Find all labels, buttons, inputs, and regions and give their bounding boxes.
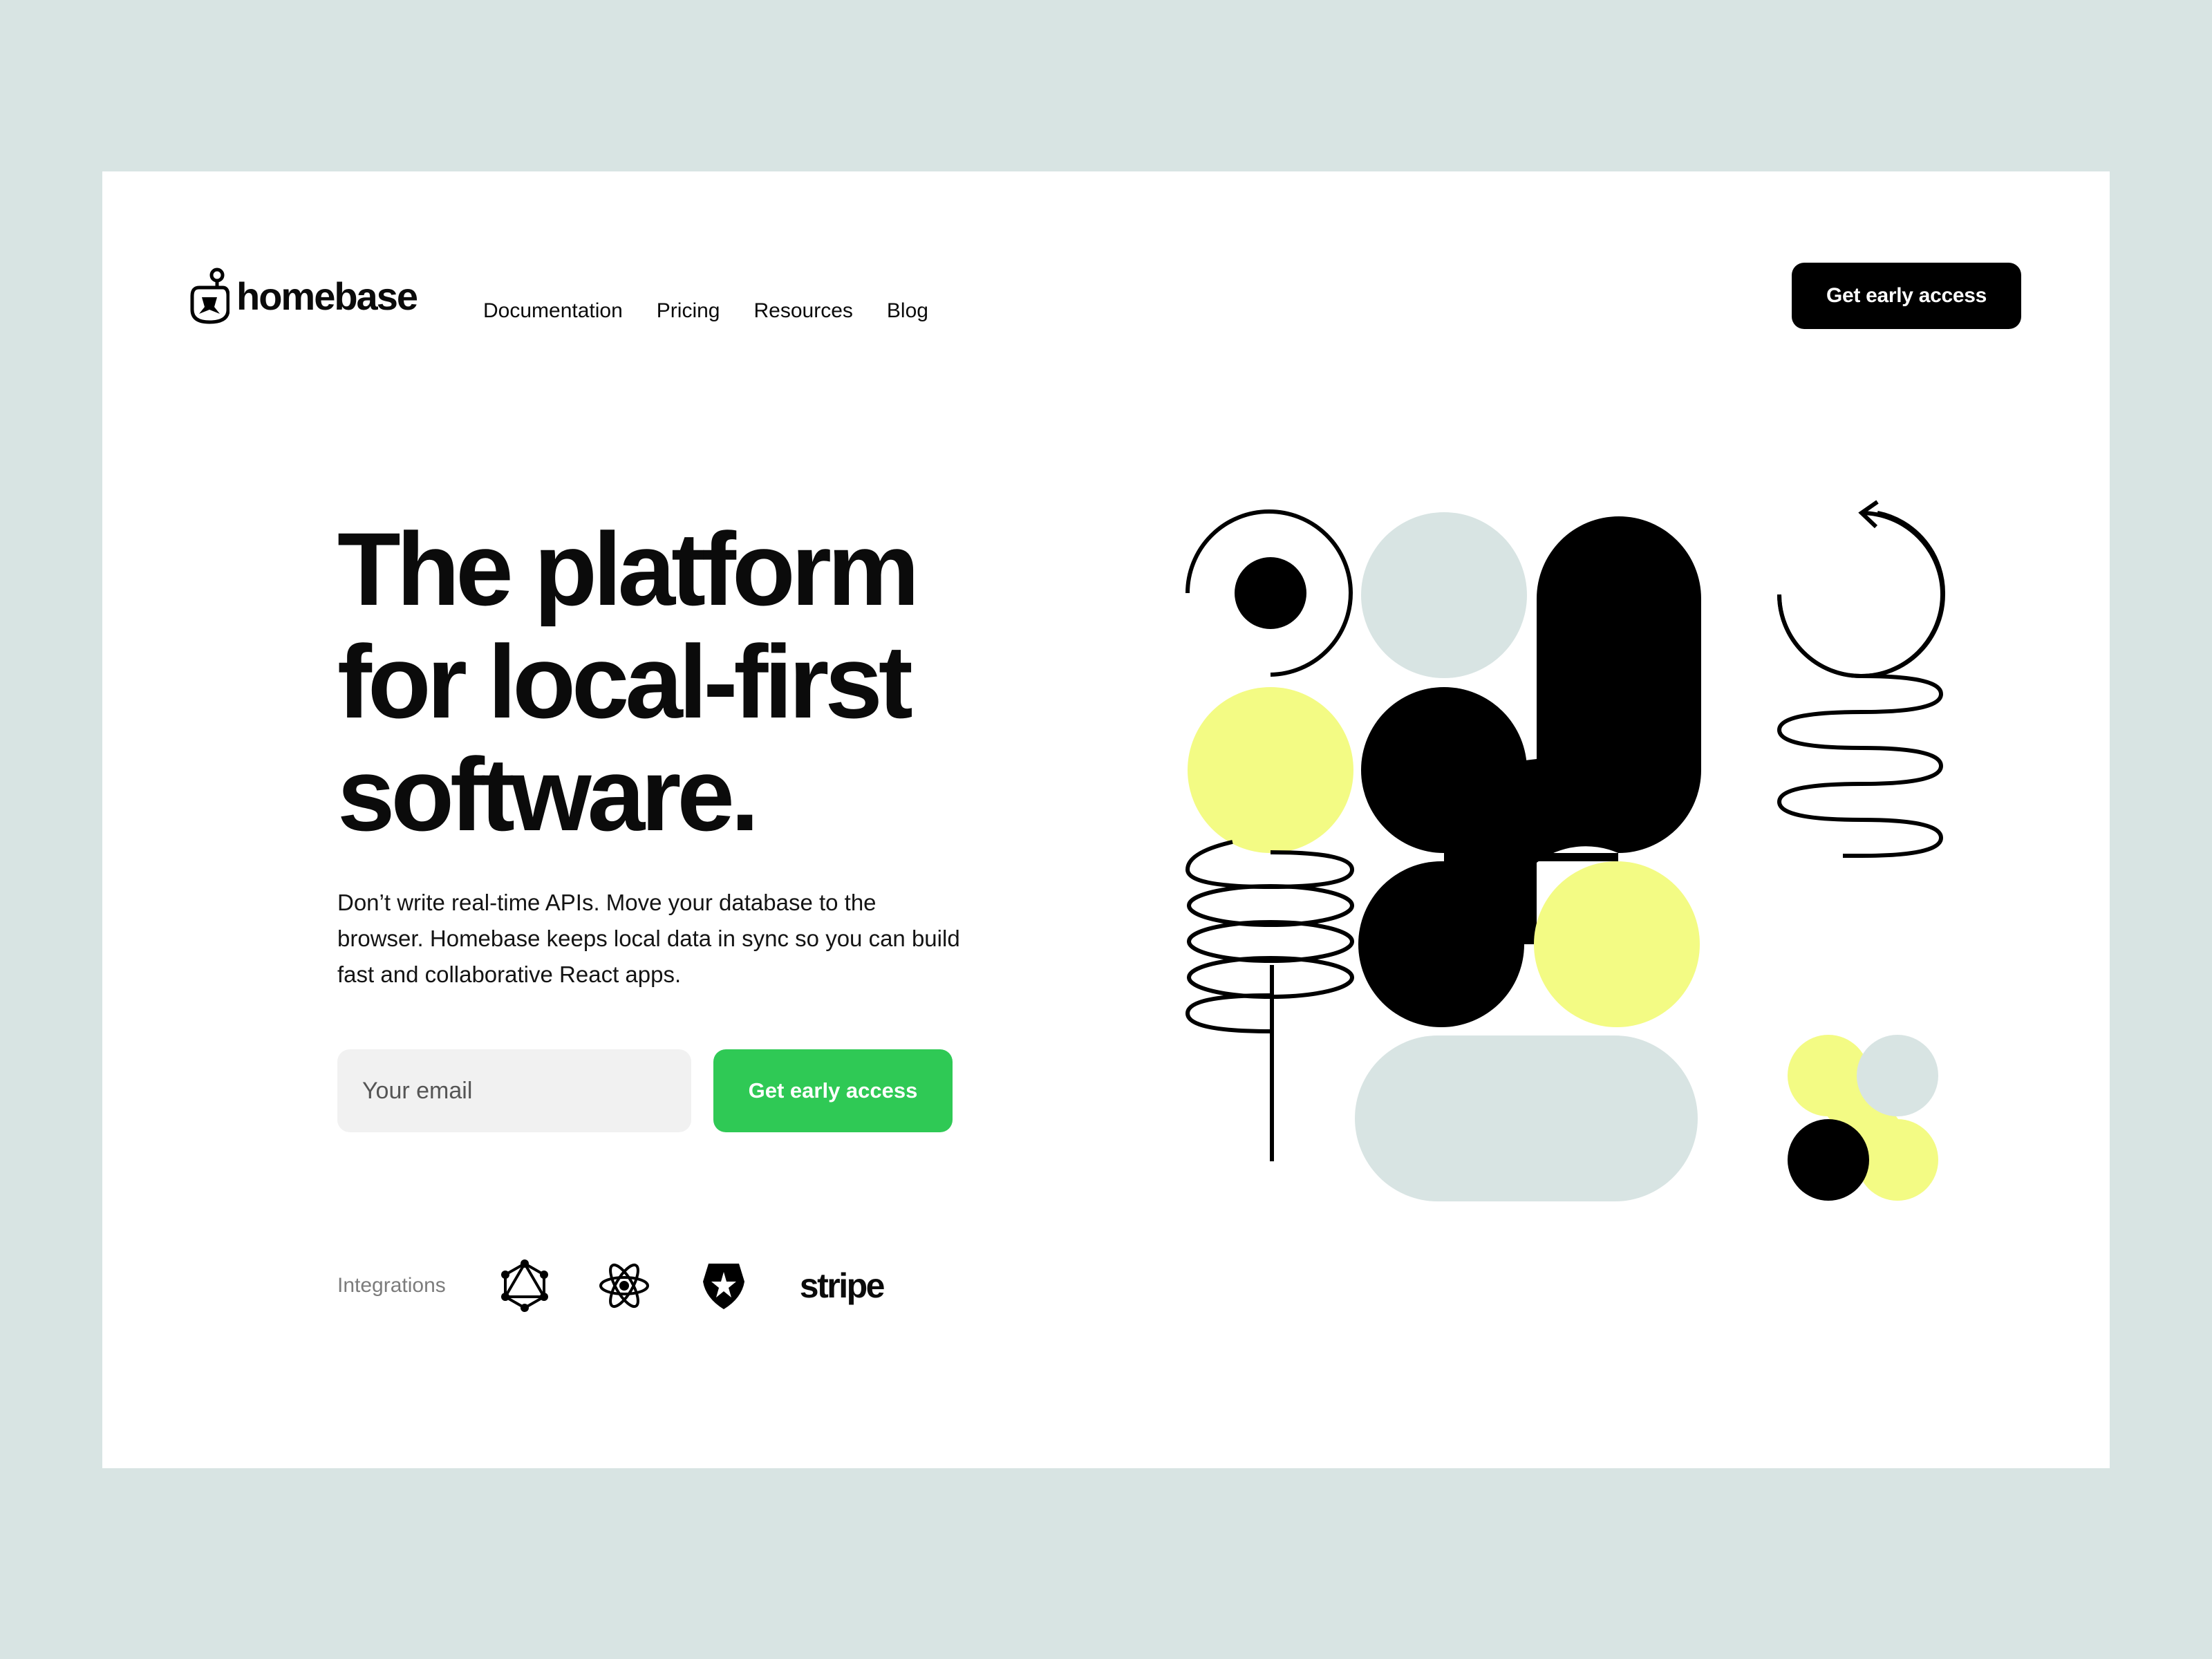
landing-card: homebase Documentation Pricing Resources… [102,171,2110,1468]
grey-circle-shape [1361,512,1527,678]
yellow-circle-lower-shape [1534,861,1700,1027]
grey-pill-shape [1355,1035,1698,1201]
black-dot-shape [1235,557,1306,629]
hero-illustration [1185,500,1946,1201]
right-spring-shape [1777,500,1946,858]
yellow-circle-shape [1188,687,1353,853]
small-black-circle-shape [1788,1119,1869,1201]
black-connector-shape [1444,759,1537,863]
left-coil-shape [1185,840,1355,1161]
small-grey-circle-shape [1857,1035,1938,1116]
black-s-shape [1537,516,1701,863]
